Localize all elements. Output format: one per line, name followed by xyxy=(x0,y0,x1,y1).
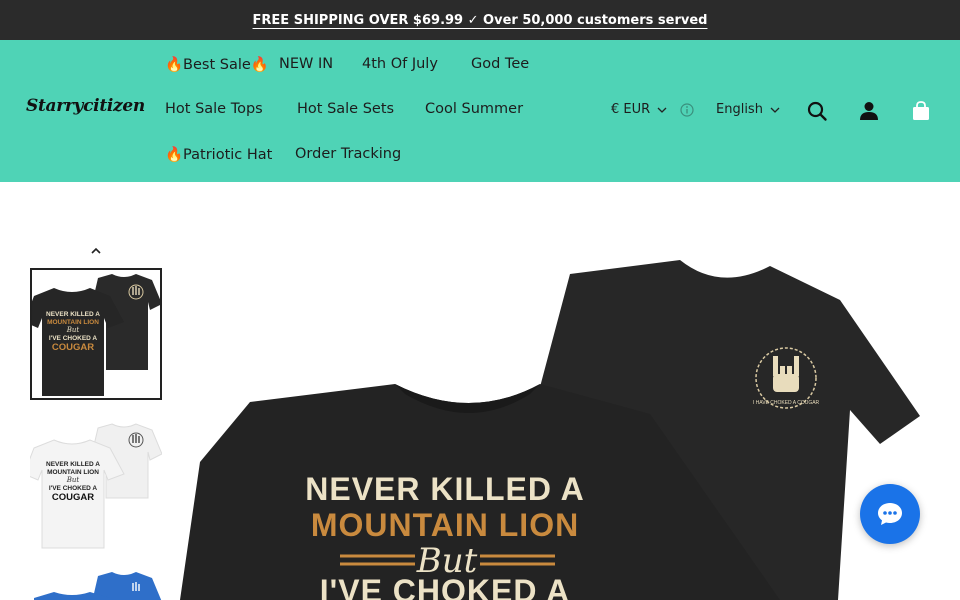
blue-tshirt-thumbnail-image xyxy=(30,568,162,600)
thumbnail-black[interactable]: NEVER KILLED A MOUNTAIN LION But I'VE CH… xyxy=(30,268,162,400)
chat-button[interactable] xyxy=(860,484,920,544)
currency-selector[interactable]: € EUR xyxy=(611,102,694,117)
language-label: English xyxy=(716,102,763,117)
print-line-4: I'VE CHOKED A xyxy=(320,573,571,600)
chevron-down-icon xyxy=(657,107,667,113)
thumb-print-line-4: I'VE CHOKED A xyxy=(49,335,98,342)
thumb-print-line-3: But xyxy=(66,476,80,484)
currency-label: € EUR xyxy=(611,102,651,117)
thumb-print-line-3: But xyxy=(66,326,80,334)
thumb-print-line-1: NEVER KILLED A xyxy=(46,461,100,468)
cart-icon[interactable] xyxy=(909,99,933,123)
chat-bubble-icon xyxy=(878,503,902,525)
nav-item-god-tee[interactable]: God Tee xyxy=(471,56,529,72)
pocket-text: I HAVE CHOKED A COUGAR xyxy=(753,400,820,406)
announcement-bar: FREE SHIPPING OVER $69.99 ✓ Over 50,000 … xyxy=(0,0,960,40)
thumbnail-white[interactable]: NEVER KILLED A MOUNTAIN LION But I'VE CH… xyxy=(30,418,162,550)
print-line-2: MOUNTAIN LION xyxy=(311,507,579,543)
white-tshirt-thumbnail-image: NEVER KILLED A MOUNTAIN LION But I'VE CH… xyxy=(30,418,162,550)
nav-item-cool-summer[interactable]: Cool Summer xyxy=(425,101,523,117)
thumb-print-line-5: COUGAR xyxy=(52,342,94,353)
chevron-down-icon xyxy=(770,107,780,113)
print-line-1: NEVER KILLED A xyxy=(305,471,585,507)
gallery-up-button[interactable] xyxy=(88,243,104,259)
nav-item-hot-sale-tops[interactable]: Hot Sale Tops xyxy=(165,101,263,117)
main-product-image[interactable]: I HAVE CHOKED A COUGAR NEVER KILLED A MO… xyxy=(180,182,960,600)
chevron-up-icon xyxy=(91,247,101,254)
nav-item-4th-of-july[interactable]: 4th Of July xyxy=(362,56,438,72)
account-icon[interactable] xyxy=(857,99,881,123)
nav-item-patriotic-hat[interactable]: 🔥Patriotic Hat xyxy=(165,146,272,163)
brand-logo[interactable]: Starrycitizen xyxy=(26,96,145,116)
site-header: Starrycitizen 🔥Best Sale🔥 NEW IN 4th Of … xyxy=(0,40,960,182)
black-tshirt-thumbnail-image: NEVER KILLED A MOUNTAIN LION But I'VE CH… xyxy=(32,270,160,398)
info-icon[interactable] xyxy=(680,102,694,117)
thumbnail-royal-blue[interactable] xyxy=(30,568,162,600)
thumb-print-line-2: MOUNTAIN LION xyxy=(47,319,99,326)
nav-item-best-sale[interactable]: 🔥Best Sale🔥 xyxy=(165,56,269,73)
search-icon[interactable] xyxy=(805,99,829,123)
thumb-print-line-5: COUGAR xyxy=(52,492,94,503)
language-selector[interactable]: English xyxy=(716,102,781,117)
nav-item-hot-sale-sets[interactable]: Hot Sale Sets xyxy=(297,101,394,117)
thumb-print-line-4: I'VE CHOKED A xyxy=(49,485,98,492)
nav-item-new-in[interactable]: NEW IN xyxy=(279,56,333,72)
thumb-print-line-2: MOUNTAIN LION xyxy=(47,469,99,476)
nav-item-order-tracking[interactable]: Order Tracking xyxy=(295,146,401,162)
black-tshirt-main-image: I HAVE CHOKED A COUGAR NEVER KILLED A MO… xyxy=(180,182,960,600)
thumb-print-line-1: NEVER KILLED A xyxy=(46,311,100,318)
announcement-link[interactable]: FREE SHIPPING OVER $69.99 ✓ Over 50,000 … xyxy=(253,13,708,28)
